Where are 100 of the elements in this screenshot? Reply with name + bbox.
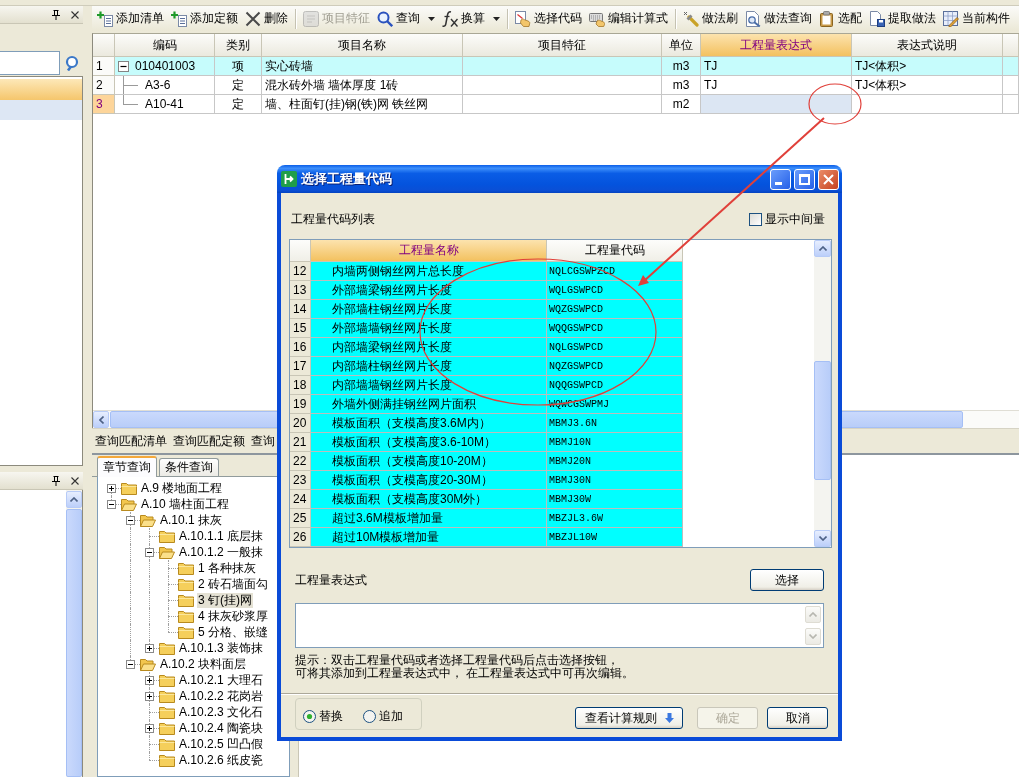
- tree-item[interactable]: A.10 墙柱面工程: [140, 496, 231, 512]
- radio-label[interactable]: 替换: [319, 707, 343, 725]
- table-cell[interactable]: WQQGSWPCD: [547, 319, 683, 338]
- tree-item[interactable]: A.10.2 块料面层: [159, 656, 248, 672]
- table-cell[interactable]: TJ: [701, 76, 852, 95]
- table-cell[interactable]: 外部墙梁钢丝网片长度: [311, 281, 547, 300]
- vertical-scrollbar[interactable]: [814, 240, 831, 547]
- toolbar-button[interactable]: 添加清单: [94, 7, 167, 30]
- tree-item[interactable]: A.10.1.2 一般抹: [178, 544, 265, 560]
- tree-item[interactable]: A.10.1 抹灰: [159, 512, 224, 528]
- toolbar-button[interactable]: 查询: [374, 7, 438, 30]
- table-cell[interactable]: 混水砖外墙 墙体厚度 1砖: [262, 76, 463, 95]
- table-cell[interactable]: MBMJ20N: [547, 452, 683, 471]
- table-cell[interactable]: 内部墙墙钢丝网片长度: [311, 376, 547, 395]
- expand-icon[interactable]: [145, 691, 154, 701]
- tab[interactable]: 条件查询: [159, 458, 219, 476]
- toolbar-button[interactable]: 编辑计算式: [586, 7, 671, 30]
- close-icon[interactable]: [71, 476, 79, 485]
- column-header[interactable]: 工程量名称: [311, 240, 547, 262]
- table-cell[interactable]: A10-41: [115, 95, 215, 114]
- checkbox[interactable]: [749, 212, 762, 226]
- scroll-left-button[interactable]: [93, 411, 109, 428]
- column-header[interactable]: 工程量表达式: [701, 34, 852, 57]
- expand-icon[interactable]: [145, 723, 154, 733]
- toolbar-button[interactable]: 提取做法: [866, 7, 939, 30]
- toolbar-button[interactable]: 选择代码: [512, 7, 585, 30]
- collapse-icon[interactable]: [145, 547, 154, 557]
- dialog-button[interactable]: 取消: [767, 707, 828, 729]
- table-cell[interactable]: A3-6: [115, 76, 215, 95]
- toolbar-button[interactable]: 当前构件: [940, 7, 1013, 30]
- table-cell[interactable]: 定: [215, 95, 262, 114]
- table-cell[interactable]: MBZJL3.6W: [547, 509, 683, 528]
- scroll-down-button[interactable]: [814, 530, 831, 547]
- expand-icon[interactable]: [145, 675, 154, 685]
- table-cell[interactable]: WQWCGSWPMJ: [547, 395, 683, 414]
- table-cell[interactable]: 实心砖墙: [262, 57, 463, 76]
- table-cell[interactable]: NQZGSWPCD: [547, 357, 683, 376]
- toolbar-button[interactable]: 换算: [439, 7, 503, 30]
- collapse-icon[interactable]: [107, 499, 116, 509]
- dialog-button[interactable]: 查看计算规则: [575, 707, 683, 729]
- tree-item[interactable]: 4 抹灰砂浆厚: [197, 608, 269, 624]
- radio-button[interactable]: [363, 709, 376, 723]
- table-cell[interactable]: TJ: [701, 57, 852, 76]
- table-cell[interactable]: MBMJ10N: [547, 433, 683, 452]
- collapse-icon[interactable]: [126, 515, 135, 525]
- collapse-icon[interactable]: [126, 659, 135, 669]
- table-cell[interactable]: m3: [662, 76, 701, 95]
- tree-item[interactable]: A.10.2.1 大理石: [178, 672, 265, 688]
- select-button[interactable]: 选择: [750, 569, 824, 591]
- pin-icon[interactable]: [52, 475, 60, 486]
- table-cell[interactable]: 超过10M模板增加量: [311, 528, 547, 547]
- search-field[interactable]: [0, 50, 60, 75]
- table-cell[interactable]: 010401003: [115, 57, 215, 76]
- tree-item[interactable]: A.10.2.3 文化石: [178, 704, 265, 720]
- table-cell[interactable]: MBZJL10W: [547, 528, 683, 547]
- column-header[interactable]: 类别: [215, 34, 262, 57]
- table-cell[interactable]: [463, 57, 662, 76]
- table-cell[interactable]: NQQGSWPCD: [547, 376, 683, 395]
- table-cell[interactable]: 项: [215, 57, 262, 76]
- tree-item[interactable]: 2 砖石墙面勾: [197, 576, 269, 592]
- tree-item[interactable]: A.10.2.2 花岗岩: [178, 688, 265, 704]
- table-cell[interactable]: MBMJ30W: [547, 490, 683, 509]
- table-cell[interactable]: [463, 95, 662, 114]
- table-cell[interactable]: WQZGSWPCD: [547, 300, 683, 319]
- table-cell[interactable]: [463, 76, 662, 95]
- table-cell[interactable]: MBMJ3.6N: [547, 414, 683, 433]
- collapse-icon[interactable]: [118, 60, 129, 72]
- tree-item[interactable]: 5 分格、嵌缝: [197, 624, 269, 640]
- tree-item[interactable]: A.10.1.1 底层抹: [178, 528, 265, 544]
- table-cell[interactable]: 超过3.6M模板增加量: [311, 509, 547, 528]
- table-cell[interactable]: 模板面积（支模高度20-30M）: [311, 471, 547, 490]
- expand-icon[interactable]: [145, 643, 154, 653]
- radio-button[interactable]: [303, 709, 316, 723]
- row-number[interactable]: 1: [93, 57, 115, 76]
- expand-icon[interactable]: [107, 483, 116, 493]
- tree-item[interactable]: A.10.2.6 纸皮瓷: [178, 752, 265, 768]
- table-cell[interactable]: m2: [662, 95, 701, 114]
- minimize-button[interactable]: [770, 168, 791, 190]
- table-cell[interactable]: 外墙外侧满挂钢丝网片面积: [311, 395, 547, 414]
- toolbar-button[interactable]: 做法查询: [742, 7, 815, 30]
- table-cell[interactable]: NQLGSWPCD: [547, 338, 683, 357]
- scroll-up-button[interactable]: [66, 491, 82, 508]
- tree-item[interactable]: A.10.2.4 陶瓷块: [178, 720, 265, 736]
- table-cell[interactable]: MBMJ30N: [547, 471, 683, 490]
- toolbar-button[interactable]: 选配: [816, 7, 865, 30]
- row-number[interactable]: 2: [93, 76, 115, 95]
- radio-label[interactable]: 追加: [379, 707, 403, 725]
- row-number[interactable]: 3: [93, 95, 115, 114]
- tree-item[interactable]: 3 钉(挂)网: [197, 592, 253, 608]
- tree-item[interactable]: 1 各种抹灰: [197, 560, 257, 576]
- checkbox-label[interactable]: 显示中间量: [765, 210, 825, 228]
- table-cell[interactable]: 墙、柱面钉(挂)钢(铁)网 铁丝网: [262, 95, 463, 114]
- table-cell[interactable]: 定: [215, 76, 262, 95]
- table-cell[interactable]: WQLGSWPCD: [547, 281, 683, 300]
- scroll-up-button[interactable]: [814, 240, 831, 257]
- toolbar-button[interactable]: 做法刷: [680, 7, 741, 30]
- table-cell[interactable]: [852, 95, 1003, 114]
- table-cell[interactable]: 模板面积（支模高度3.6-10M）: [311, 433, 547, 452]
- tree-item[interactable]: A.9 楼地面工程: [140, 480, 224, 496]
- column-header[interactable]: 表达式说明: [852, 34, 1003, 57]
